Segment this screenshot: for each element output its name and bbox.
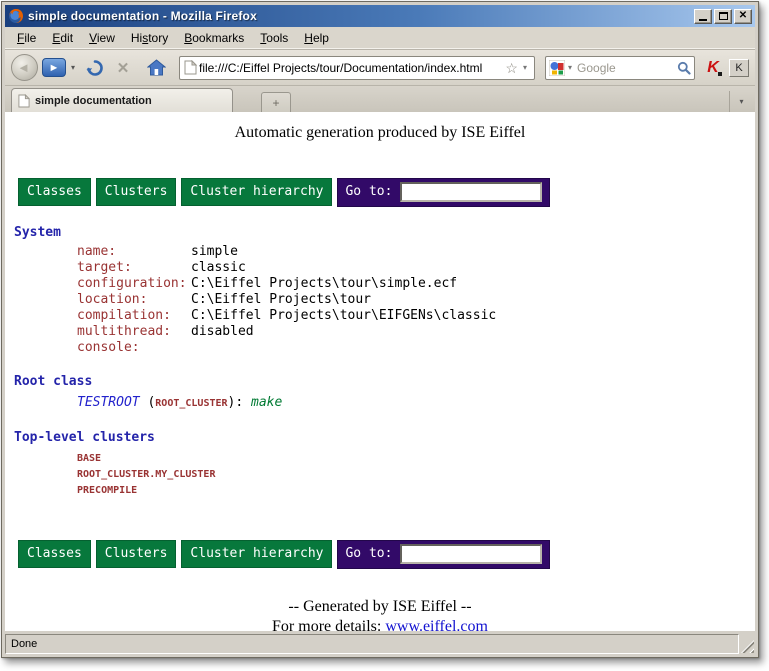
menu-edit[interactable]: Edit <box>44 29 81 47</box>
title-bar[interactable]: simple documentation - Mozilla Firefox ✕ <box>5 5 755 27</box>
tab-page-icon <box>18 94 30 108</box>
system-row: location:C:\Eiffel Projects\tour <box>77 292 755 308</box>
firefox-logo-icon <box>8 8 24 24</box>
system-properties: name:simple target:classic configuration… <box>5 244 755 356</box>
goto-label: Go to: <box>345 184 392 199</box>
menu-view[interactable]: View <box>81 29 123 47</box>
search-input[interactable] <box>575 60 677 76</box>
clusters-button[interactable]: Clusters <box>96 178 177 206</box>
cluster-list: BASE ROOT_CLUSTER.MY_CLUSTER PRECOMPILE <box>77 451 755 499</box>
forward-dropdown[interactable]: ▾ <box>71 63 75 72</box>
menu-history[interactable]: History <box>123 29 176 47</box>
search-engine-dropdown-icon[interactable]: ▾ <box>565 63 575 72</box>
status-bar: Done <box>5 631 755 654</box>
home-button[interactable] <box>143 56 169 80</box>
stop-icon: ✕ <box>117 59 130 77</box>
goto-label: Go to: <box>345 546 392 561</box>
menu-tools[interactable]: Tools <box>252 29 296 47</box>
browser-window: simple documentation - Mozilla Firefox ✕… <box>1 1 759 658</box>
window-controls: ✕ <box>694 9 752 24</box>
url-dropdown-icon[interactable]: ▾ <box>520 63 530 72</box>
search-bar[interactable]: ▾ <box>545 56 695 80</box>
tab-simple-documentation[interactable]: simple documentation <box>11 88 233 112</box>
system-row: console: <box>77 340 755 356</box>
doc-nav-bottom: Classes Clusters Cluster hierarchy Go to… <box>18 539 755 569</box>
close-button[interactable]: ✕ <box>734 9 752 24</box>
back-button[interactable]: ◄ <box>11 54 38 81</box>
forward-icon: ► <box>49 62 60 74</box>
cluster-hierarchy-button[interactable]: Cluster hierarchy <box>181 178 332 206</box>
classes-button[interactable]: Classes <box>18 178 91 206</box>
page-content: Automatic generation produced by ISE Eif… <box>5 112 755 631</box>
close-icon: ✕ <box>739 11 747 21</box>
system-row: target:classic <box>77 260 755 276</box>
minimize-icon <box>699 19 707 21</box>
navigation-toolbar: ◄ ► ▾ ✕ ☆ ▾ <box>5 49 755 85</box>
cluster-link-base[interactable]: BASE <box>77 451 755 467</box>
reload-icon <box>86 59 104 77</box>
home-icon <box>147 59 166 76</box>
system-row: compilation:C:\Eiffel Projects\tour\EIFG… <box>77 308 755 324</box>
maximize-button[interactable] <box>714 9 732 24</box>
cluster-link-precompile[interactable]: PRECOMPILE <box>77 483 755 499</box>
goto-bar: Go to: <box>337 178 550 207</box>
root-cluster-ref[interactable]: ROOT_CLUSTER <box>155 398 227 409</box>
reload-button[interactable] <box>83 56 107 80</box>
google-logo-icon <box>549 60 565 76</box>
list-all-tabs-button[interactable]: ▾ <box>729 91 753 112</box>
status-text: Done <box>5 634 739 654</box>
system-row: configuration:C:\Eiffel Projects\tour\si… <box>77 276 755 292</box>
back-icon: ◄ <box>17 61 30 74</box>
root-class-heading: Root class <box>14 374 755 389</box>
eiffel-com-link[interactable]: www.eiffel.com <box>385 618 488 631</box>
top-level-clusters-heading: Top-level clusters <box>14 430 755 445</box>
url-input[interactable] <box>197 59 503 77</box>
system-heading: System <box>14 225 755 240</box>
resize-grip-icon[interactable] <box>739 634 755 654</box>
page-title: Automatic generation produced by ISE Eif… <box>5 124 755 142</box>
page-footer: -- Generated by ISE Eiffel -- For more d… <box>5 597 755 631</box>
menu-file[interactable]: File <box>9 29 44 47</box>
window-title: simple documentation - Mozilla Firefox <box>28 9 694 23</box>
stop-button[interactable]: ✕ <box>111 56 135 80</box>
forward-button[interactable]: ► <box>42 58 66 77</box>
generated-by-line: -- Generated by ISE Eiffel -- <box>5 597 755 617</box>
bookmark-star-icon[interactable]: ☆ <box>505 61 518 75</box>
menu-bookmarks[interactable]: Bookmarks <box>176 29 252 47</box>
more-details-line: For more details: www.eiffel.com <box>5 617 755 631</box>
clusters-button[interactable]: Clusters <box>96 540 177 568</box>
new-tab-button[interactable]: + <box>261 92 291 112</box>
doc-nav-top: Classes Clusters Cluster hierarchy Go to… <box>18 177 755 207</box>
goto-input[interactable] <box>400 182 542 202</box>
tab-strip: simple documentation + ▾ <box>5 85 755 112</box>
cluster-hierarchy-button[interactable]: Cluster hierarchy <box>181 540 332 568</box>
goto-bar: Go to: <box>337 540 550 569</box>
root-class-line: TESTROOT (ROOT_CLUSTER): make <box>77 395 755 412</box>
goto-input[interactable] <box>400 544 542 564</box>
k-toolbar-button[interactable]: K <box>729 59 749 77</box>
search-icon[interactable] <box>677 61 691 75</box>
menu-bar: File Edit View History Bookmarks Tools H… <box>5 27 755 49</box>
classes-button[interactable]: Classes <box>18 540 91 568</box>
creator-link[interactable]: make <box>251 395 282 410</box>
page-icon <box>184 60 197 75</box>
kaspersky-icon[interactable]: K <box>703 58 723 78</box>
menu-help[interactable]: Help <box>296 29 337 47</box>
tab-title: simple documentation <box>35 95 226 107</box>
maximize-icon <box>719 12 728 20</box>
url-bar[interactable]: ☆ ▾ <box>179 56 535 80</box>
system-row: multithread:disabled <box>77 324 755 340</box>
minimize-button[interactable] <box>694 9 712 24</box>
cluster-link-my-cluster[interactable]: ROOT_CLUSTER.MY_CLUSTER <box>77 467 755 483</box>
system-row: name:simple <box>77 244 755 260</box>
root-class-link[interactable]: TESTROOT <box>77 395 140 410</box>
